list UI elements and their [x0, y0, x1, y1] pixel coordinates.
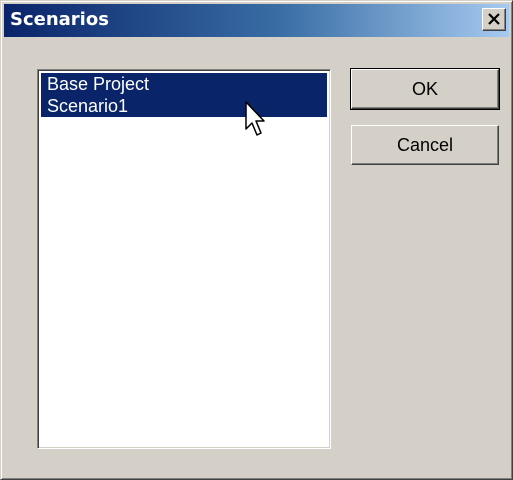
mouse-pointer-icon	[245, 101, 265, 136]
cancel-button[interactable]: Cancel	[351, 125, 499, 165]
close-button[interactable]	[482, 8, 506, 31]
scenarios-dialog: Scenarios Base Project Scenario1 OK Canc…	[0, 0, 513, 480]
scenario-listbox[interactable]: Base Project Scenario1	[37, 69, 331, 449]
title-bar[interactable]: Scenarios	[4, 4, 509, 37]
list-item-base-project[interactable]: Base Project	[41, 73, 327, 95]
window-title: Scenarios	[10, 9, 109, 30]
ok-button[interactable]: OK	[350, 68, 500, 110]
close-icon	[488, 13, 500, 25]
list-item-scenario1[interactable]: Scenario1	[41, 95, 327, 117]
